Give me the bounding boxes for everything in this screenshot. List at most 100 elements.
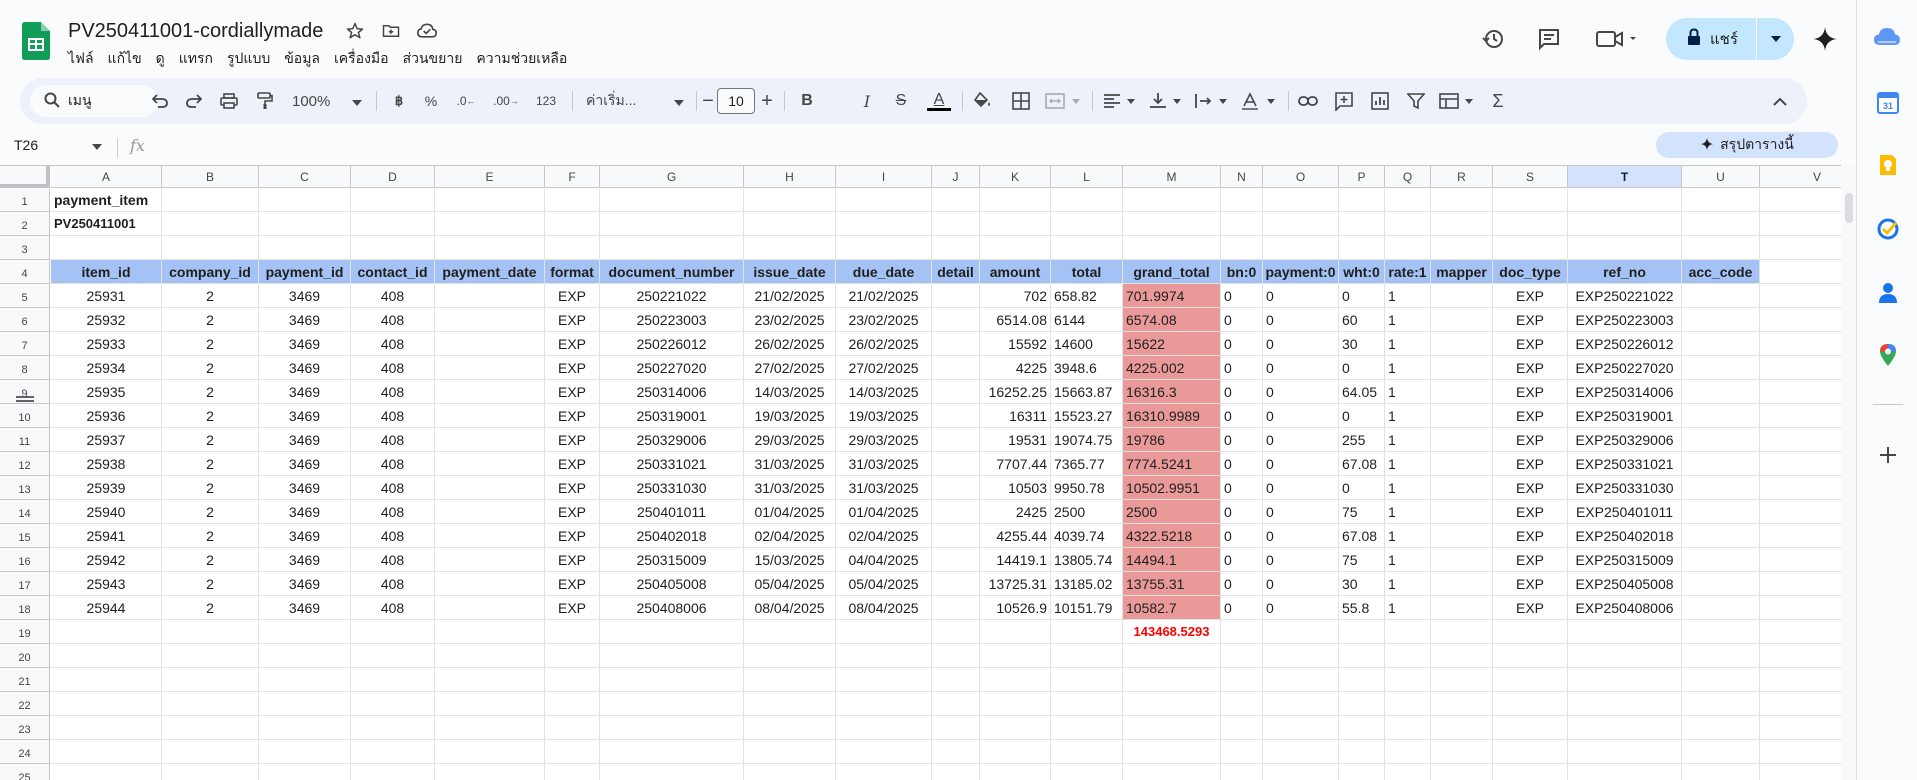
table-cell[interactable]: 0 bbox=[1263, 524, 1339, 548]
functions-button[interactable]: Σ bbox=[1486, 89, 1510, 113]
grand-total-sum-cell[interactable]: 143468.5293 bbox=[1123, 620, 1221, 644]
cell[interactable] bbox=[1493, 668, 1568, 692]
cell[interactable] bbox=[1339, 668, 1385, 692]
sheets-logo[interactable] bbox=[22, 22, 50, 60]
column-title-cell[interactable]: detail bbox=[932, 260, 980, 284]
table-cell[interactable]: 1 bbox=[1385, 404, 1431, 428]
table-cell[interactable]: EXP bbox=[1493, 524, 1568, 548]
table-cell[interactable]: 408 bbox=[351, 332, 435, 356]
table-cell[interactable]: 408 bbox=[351, 452, 435, 476]
cell[interactable] bbox=[1760, 524, 1841, 548]
table-cell[interactable]: 08/04/2025 bbox=[836, 596, 932, 620]
table-cell[interactable]: 75 bbox=[1339, 548, 1385, 572]
cell[interactable] bbox=[1568, 189, 1682, 212]
table-cell[interactable] bbox=[1431, 572, 1493, 596]
cell[interactable] bbox=[259, 692, 351, 716]
cell[interactable] bbox=[1221, 740, 1263, 764]
table-cell[interactable]: 0 bbox=[1221, 476, 1263, 500]
cell[interactable] bbox=[1431, 620, 1493, 644]
menu-help[interactable]: ความช่วยเหลือ bbox=[476, 48, 576, 70]
cell[interactable] bbox=[351, 189, 435, 212]
cell[interactable] bbox=[51, 740, 162, 764]
table-cell[interactable]: 4255.44 bbox=[980, 524, 1051, 548]
table-cell[interactable]: 10526.9 bbox=[980, 596, 1051, 620]
table-cell[interactable]: 02/04/2025 bbox=[836, 524, 932, 548]
history-icon[interactable] bbox=[1478, 24, 1508, 54]
table-cell[interactable] bbox=[932, 284, 980, 308]
table-cell[interactable]: 05/04/2025 bbox=[744, 572, 836, 596]
table-cell[interactable]: EXP bbox=[545, 332, 600, 356]
table-cell[interactable]: 7774.5241 bbox=[1123, 452, 1221, 476]
column-title-cell[interactable]: acc_code bbox=[1682, 260, 1760, 284]
cell[interactable] bbox=[1682, 644, 1760, 668]
table-cell[interactable] bbox=[1431, 596, 1493, 620]
table-cell[interactable]: 64.05 bbox=[1339, 380, 1385, 404]
cell[interactable] bbox=[1682, 740, 1760, 764]
cell[interactable] bbox=[351, 644, 435, 668]
column-header-g[interactable]: G bbox=[600, 166, 744, 188]
column-title-cell[interactable]: format bbox=[545, 260, 600, 284]
paint-format-icon[interactable] bbox=[254, 89, 276, 113]
currency-format-button[interactable]: ฿ bbox=[388, 89, 410, 113]
filter-icon[interactable] bbox=[1404, 89, 1428, 113]
cell[interactable] bbox=[259, 668, 351, 692]
undo-icon[interactable] bbox=[150, 89, 170, 113]
table-cell[interactable]: EXP250405008 bbox=[1568, 572, 1682, 596]
table-cell[interactable]: 25943 bbox=[51, 572, 162, 596]
cell[interactable] bbox=[1221, 764, 1263, 780]
menu-file[interactable]: ไฟล์ bbox=[68, 48, 103, 70]
table-cell[interactable]: 13755.31 bbox=[1123, 572, 1221, 596]
share-main[interactable]: แชร์ bbox=[1666, 18, 1756, 60]
cell[interactable] bbox=[744, 692, 836, 716]
table-cell[interactable]: 15592 bbox=[980, 332, 1051, 356]
table-cell[interactable]: 1 bbox=[1385, 308, 1431, 332]
menu-format[interactable]: รูปแบบ bbox=[227, 48, 279, 70]
table-cell[interactable]: 0 bbox=[1221, 452, 1263, 476]
table-cell[interactable]: 408 bbox=[351, 356, 435, 380]
cell[interactable] bbox=[980, 668, 1051, 692]
cell[interactable] bbox=[836, 716, 932, 740]
cell[interactable] bbox=[1385, 692, 1431, 716]
cell[interactable] bbox=[980, 740, 1051, 764]
cell[interactable] bbox=[1051, 740, 1123, 764]
row-header-6[interactable]: 6 bbox=[0, 308, 50, 332]
row-header-22[interactable]: 22 bbox=[0, 692, 50, 716]
cell[interactable] bbox=[259, 620, 351, 644]
table-cell[interactable]: 23/02/2025 bbox=[836, 308, 932, 332]
table-cell[interactable]: 702 bbox=[980, 284, 1051, 308]
table-cell[interactable]: 250331030 bbox=[600, 476, 744, 500]
table-cell[interactable]: 1 bbox=[1385, 380, 1431, 404]
table-cell[interactable] bbox=[1431, 380, 1493, 404]
table-cell[interactable]: 4322.5218 bbox=[1123, 524, 1221, 548]
table-cell[interactable]: 19531 bbox=[980, 428, 1051, 452]
meet-icon[interactable] bbox=[1592, 24, 1642, 54]
text-color-button[interactable]: A bbox=[926, 89, 952, 113]
table-cell[interactable] bbox=[1682, 284, 1760, 308]
column-title-cell[interactable]: amount bbox=[980, 260, 1051, 284]
table-cell[interactable]: 27/02/2025 bbox=[836, 356, 932, 380]
table-cell[interactable] bbox=[932, 308, 980, 332]
table-cell[interactable]: 29/03/2025 bbox=[836, 428, 932, 452]
cell[interactable] bbox=[435, 189, 545, 212]
cell[interactable] bbox=[545, 668, 600, 692]
table-cell[interactable]: EXP250315009 bbox=[1568, 548, 1682, 572]
cell[interactable] bbox=[1051, 620, 1123, 644]
cell[interactable] bbox=[51, 236, 162, 260]
cell[interactable] bbox=[1051, 236, 1123, 260]
cell[interactable] bbox=[980, 692, 1051, 716]
cell[interactable] bbox=[259, 740, 351, 764]
table-cell[interactable]: 25940 bbox=[51, 500, 162, 524]
table-cell[interactable]: EXP bbox=[1493, 428, 1568, 452]
cell[interactable] bbox=[435, 740, 545, 764]
cell[interactable] bbox=[1760, 189, 1841, 212]
table-cell[interactable]: 3469 bbox=[259, 428, 351, 452]
row-header-7[interactable]: 7 bbox=[0, 332, 50, 356]
row-header-18[interactable]: 18 bbox=[0, 596, 50, 620]
cell[interactable] bbox=[162, 764, 259, 780]
cell[interactable] bbox=[1051, 668, 1123, 692]
share-button[interactable]: แชร์ bbox=[1666, 18, 1794, 60]
column-title-cell[interactable]: issue_date bbox=[744, 260, 836, 284]
table-cell[interactable]: 2500 bbox=[1123, 500, 1221, 524]
collapse-toolbar-icon[interactable] bbox=[1768, 89, 1792, 113]
row-header-23[interactable]: 23 bbox=[0, 716, 50, 740]
